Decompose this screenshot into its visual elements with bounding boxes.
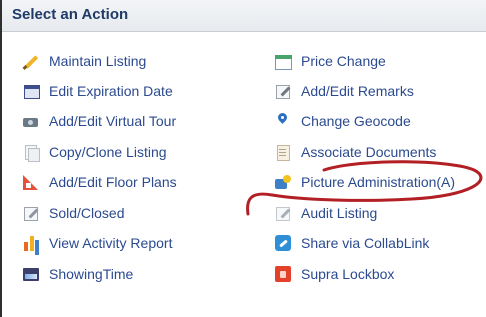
share-link-icon — [274, 234, 292, 252]
showingtime-link[interactable]: ShowingTime — [22, 264, 133, 284]
maintain-listing-link[interactable]: Maintain Listing — [22, 51, 146, 71]
camera-icon — [22, 112, 40, 130]
edit-expiration-date-link[interactable]: Edit Expiration Date — [22, 81, 173, 101]
pencil-icon — [22, 52, 40, 70]
map-pin-icon — [274, 112, 292, 130]
edit-virtual-tour-link[interactable]: Add/Edit Virtual Tour — [22, 111, 176, 131]
share-collablink-link[interactable]: Share via CollabLink — [274, 233, 429, 253]
document-icon — [274, 143, 292, 161]
action-panel: Select an Action Maintain Listing Edit E… — [0, 0, 486, 317]
price-tag-icon — [274, 52, 292, 70]
audit-listing-link[interactable]: Audit Listing — [274, 203, 377, 223]
panel-title: Select an Action — [12, 6, 129, 23]
picture-administration-link[interactable]: Picture Administration(A) — [274, 172, 455, 192]
lockbox-icon — [274, 265, 292, 283]
floor-plan-icon — [22, 173, 40, 191]
bar-chart-icon — [22, 234, 40, 252]
audit-icon — [274, 204, 292, 222]
price-change-link[interactable]: Price Change — [274, 51, 386, 71]
edit-icon — [22, 204, 40, 222]
edit-icon — [274, 82, 292, 100]
copy-icon — [22, 143, 40, 162]
calendar-icon — [22, 82, 40, 100]
picture-icon — [274, 173, 292, 191]
copy-clone-listing-link[interactable]: Copy/Clone Listing — [22, 142, 167, 162]
showingtime-icon — [22, 265, 40, 283]
edit-floor-plans-link[interactable]: Add/Edit Floor Plans — [22, 172, 177, 192]
change-geocode-link[interactable]: Change Geocode — [274, 111, 411, 131]
associate-documents-link[interactable]: Associate Documents — [274, 142, 436, 162]
view-activity-report-link[interactable]: View Activity Report — [22, 233, 172, 253]
supra-lockbox-link[interactable]: Supra Lockbox — [274, 264, 394, 284]
panel-header: Select an Action — [2, 0, 486, 32]
sold-closed-link[interactable]: Sold/Closed — [22, 203, 125, 223]
edit-remarks-link[interactable]: Add/Edit Remarks — [274, 81, 414, 101]
